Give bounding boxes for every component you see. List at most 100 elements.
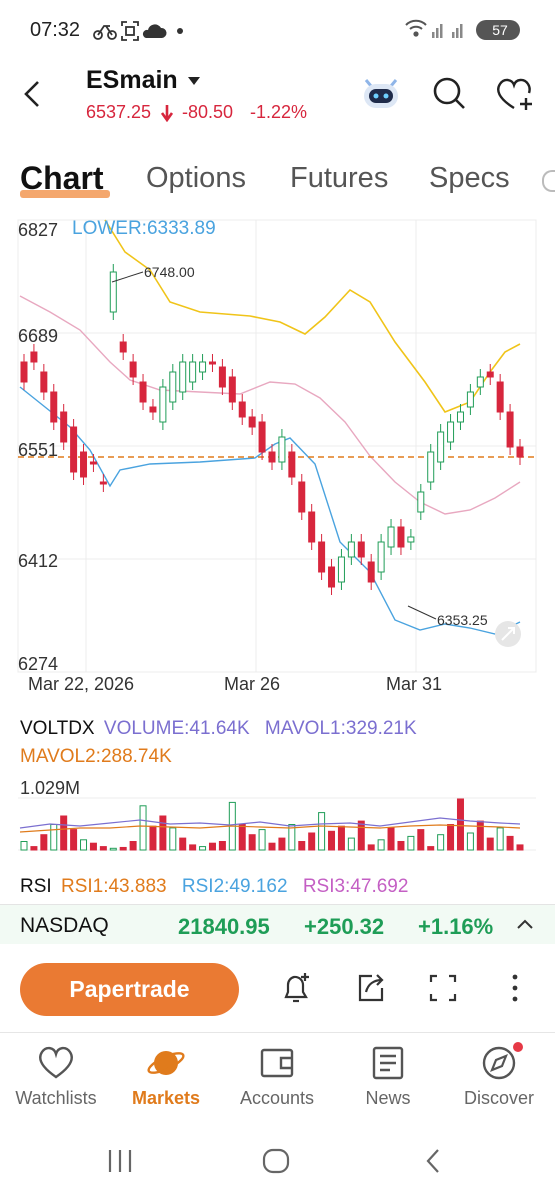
candle-body	[417, 491, 425, 513]
rsi-legend: RSI RSI1:43.883 RSI2:49.162 RSI3:47.692	[20, 876, 408, 898]
volume-bar	[496, 827, 504, 851]
candle-body	[139, 381, 147, 403]
volume-bar	[238, 824, 246, 851]
volume-bar	[328, 830, 336, 851]
system-status-icons: 57	[405, 19, 520, 40]
nav-news[interactable]: News	[338, 1044, 438, 1114]
candle-body	[268, 451, 276, 463]
candle-body	[437, 431, 445, 463]
candle-body	[50, 391, 58, 423]
nav-markets[interactable]: Markets	[116, 1044, 216, 1114]
candle-body	[427, 451, 435, 483]
svg-text:57: 57	[492, 22, 508, 38]
symbol-title[interactable]: ESmain	[86, 66, 178, 95]
more-vertical-icon[interactable]	[498, 970, 532, 1006]
system-back-icon[interactable]	[426, 1149, 439, 1173]
candle-body	[228, 376, 236, 403]
volume-bar	[139, 805, 147, 851]
volume-bar	[80, 839, 88, 851]
volume-bar	[466, 832, 474, 851]
share-icon[interactable]	[354, 970, 388, 1006]
heart-plus-icon[interactable]	[494, 74, 536, 114]
tab-overflow-indicator[interactable]	[542, 170, 555, 192]
y-tick-label: 6827	[18, 220, 59, 240]
status-bar: 07:32 57	[0, 0, 555, 62]
middle-band-line	[19, 295, 521, 515]
x-tick-label: Mar 31	[386, 674, 443, 694]
svg-text:6353.25: 6353.25	[437, 612, 488, 628]
volume-bar	[456, 798, 464, 851]
lower-band-label: LOWER:6333.89	[72, 218, 216, 239]
home-icon[interactable]	[262, 1148, 290, 1174]
candle-body	[80, 451, 88, 478]
chart-grid	[17, 219, 537, 673]
nav-watchlists[interactable]: Watchlists	[6, 1044, 106, 1114]
candle-body	[89, 461, 97, 465]
candle-body	[486, 371, 494, 378]
nav-discover[interactable]: Discover	[449, 1042, 549, 1114]
volume-legend: VOLTDX VOLUME:41.64K MAVOL1:329.21K	[20, 718, 417, 740]
volume-bar	[437, 834, 445, 851]
robot-assistant-icon[interactable]	[358, 72, 404, 112]
mavol2-line	[19, 824, 521, 833]
candle-body	[258, 421, 266, 453]
planet-icon	[147, 1051, 185, 1075]
candle-body	[466, 391, 474, 408]
candle-body	[298, 481, 306, 513]
mavol1-value: MAVOL1:329.21K	[264, 718, 417, 739]
x-tick-label: Mar 26	[224, 674, 281, 694]
volume-bar	[357, 820, 365, 851]
low-annotation: 6353.25	[407, 605, 488, 628]
candle-body	[308, 511, 316, 543]
volume-bar	[397, 841, 405, 851]
volume-bar	[129, 841, 137, 851]
nav-label: Markets	[131, 1088, 201, 1108]
candle-body	[238, 401, 246, 418]
candle-body	[208, 361, 216, 365]
volume-bar	[99, 846, 107, 851]
signal-icon	[432, 24, 463, 38]
candle-body	[99, 481, 107, 485]
volume-bar	[298, 841, 306, 851]
candle-body	[377, 541, 385, 573]
candle-body	[328, 566, 336, 588]
recents-icon[interactable]	[108, 1150, 132, 1172]
volume-bar	[70, 829, 78, 851]
papertrade-button[interactable]: Papertrade	[20, 963, 239, 1016]
tab-futures[interactable]: Futures	[290, 162, 388, 195]
crosshair-handle-icon[interactable]	[495, 621, 521, 647]
price-chart[interactable]: 6748.00 6353.25	[0, 212, 555, 717]
volume-bar	[347, 837, 355, 851]
volume-bar	[318, 812, 326, 851]
candle-body	[496, 381, 504, 413]
candle-body	[337, 556, 345, 583]
volume-bar	[248, 834, 256, 851]
candle-body	[357, 541, 365, 558]
down-arrow-icon	[160, 105, 174, 122]
scan-icon	[121, 21, 139, 41]
alert-bell-plus-icon[interactable]	[280, 970, 314, 1006]
candle-body	[387, 526, 395, 548]
volume-bar	[506, 835, 514, 851]
ticker-change-pct: +1.16%	[418, 914, 494, 939]
chevron-up-icon[interactable]	[516, 917, 534, 931]
candle-body	[447, 421, 455, 443]
back-arrow-icon[interactable]	[14, 74, 54, 114]
search-icon[interactable]	[430, 74, 468, 112]
symbol-change: -80.50	[182, 102, 234, 122]
candle-body	[407, 536, 415, 543]
candle-body	[456, 411, 464, 423]
tab-options[interactable]: Options	[146, 162, 246, 195]
fullscreen-icon[interactable]	[426, 970, 460, 1006]
caret-down-icon[interactable]	[187, 76, 201, 86]
index-ticker[interactable]: NASDAQ 21840.95 +250.32 +1.16%	[0, 904, 555, 944]
volume-bar	[50, 824, 58, 851]
symbol-change-pct: -1.22%	[250, 102, 308, 122]
tab-specs[interactable]: Specs	[429, 162, 510, 195]
candle-body	[189, 361, 197, 383]
scooter-icon	[93, 25, 117, 40]
notification-icons	[93, 21, 183, 41]
ticker-name: NASDAQ	[20, 914, 109, 937]
candle-body	[476, 376, 484, 388]
nav-accounts[interactable]: Accounts	[227, 1044, 327, 1114]
